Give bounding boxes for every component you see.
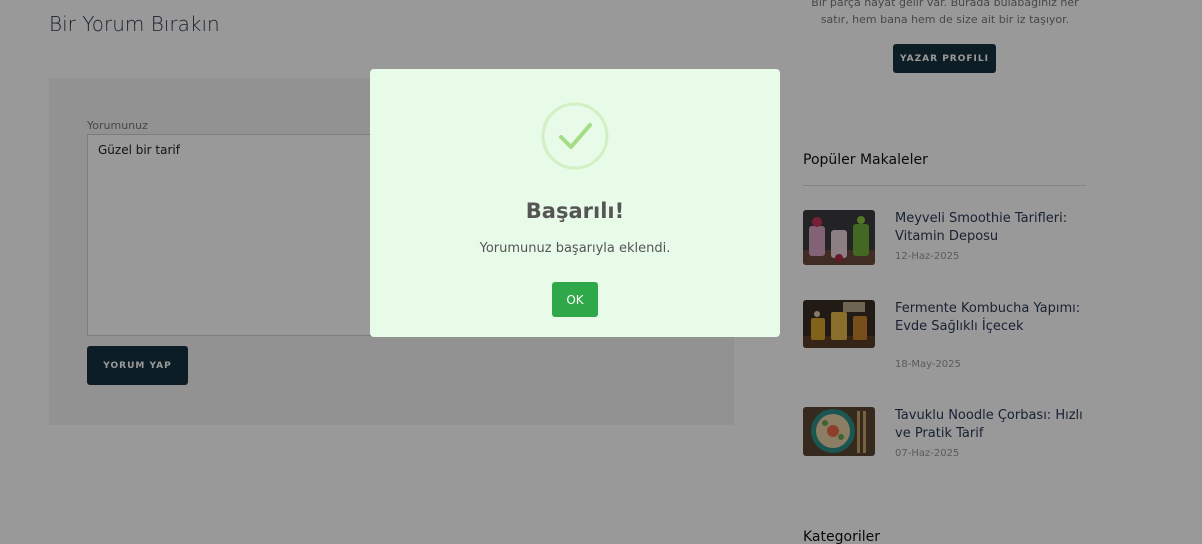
dialog-message: Yorumunuz başarıyla eklendi.	[479, 241, 671, 256]
ok-button[interactable]: OK	[552, 282, 598, 317]
dialog-title: Başarılı!	[525, 199, 625, 223]
success-dialog: Başarılı! Yorumunuz başarıyla eklendi. O…	[370, 69, 780, 337]
page: Bir Yorum Bırakın Yorumunuz Güzel bir ta…	[0, 0, 1202, 544]
checkmark-icon	[540, 101, 610, 171]
